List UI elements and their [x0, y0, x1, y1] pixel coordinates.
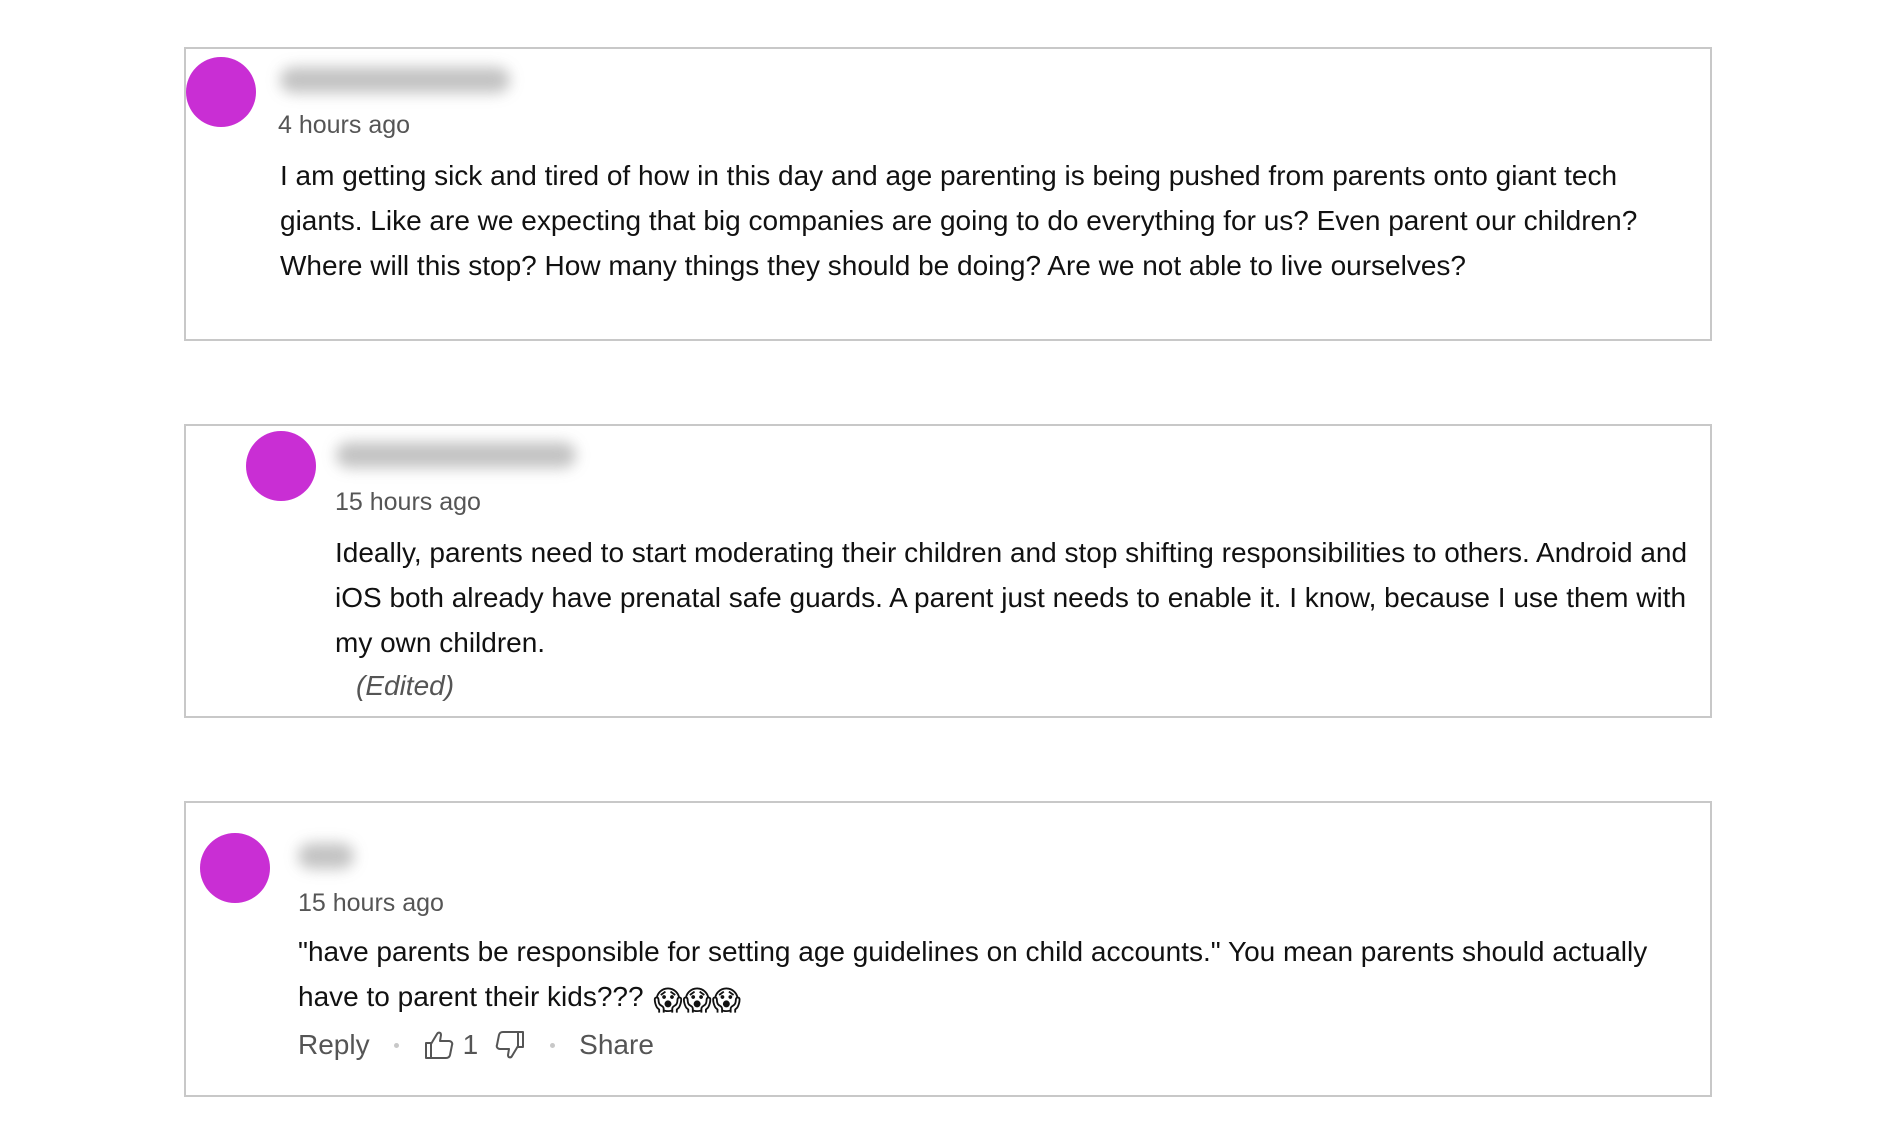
- avatar[interactable]: [246, 431, 316, 501]
- author-name-blurred[interactable]: [280, 67, 510, 93]
- comment-actions: Reply 1 Share: [298, 1029, 654, 1061]
- comment-timestamp: 15 hours ago: [335, 488, 481, 516]
- reply-button[interactable]: Reply: [298, 1029, 370, 1061]
- scream-emoji: 😱😱😱: [653, 985, 741, 1016]
- comment-text: Ideally, parents need to start moderatin…: [335, 537, 1688, 658]
- separator-dot: [393, 1042, 399, 1048]
- like-count: 1: [462, 1029, 479, 1060]
- avatar[interactable]: [200, 833, 270, 903]
- thumbs-down-icon[interactable]: [494, 1030, 526, 1060]
- comment-card: 4 hours ago I am getting sick and tired …: [184, 47, 1712, 341]
- edited-label: (Edited): [356, 670, 455, 701]
- comment-card: 15 hours ago Ideally, parents need to st…: [184, 424, 1712, 718]
- comment-text: I am getting sick and tired of how in th…: [280, 160, 1638, 281]
- comment-timestamp: 4 hours ago: [278, 111, 411, 139]
- comment-timestamp: 15 hours ago: [298, 889, 444, 917]
- author-name-blurred[interactable]: [298, 843, 354, 869]
- comment-card: 15 hours ago "have parents be responsibl…: [184, 801, 1712, 1097]
- thumbs-up-icon[interactable]: [423, 1030, 455, 1060]
- separator-dot: [550, 1042, 556, 1048]
- share-button[interactable]: Share: [579, 1029, 654, 1061]
- author-name-blurred[interactable]: [336, 442, 576, 468]
- comment-text: "have parents be responsible for setting…: [298, 929, 1698, 1023]
- avatar[interactable]: [186, 57, 256, 127]
- comment-text-body: "have parents be responsible for setting…: [298, 936, 1648, 1012]
